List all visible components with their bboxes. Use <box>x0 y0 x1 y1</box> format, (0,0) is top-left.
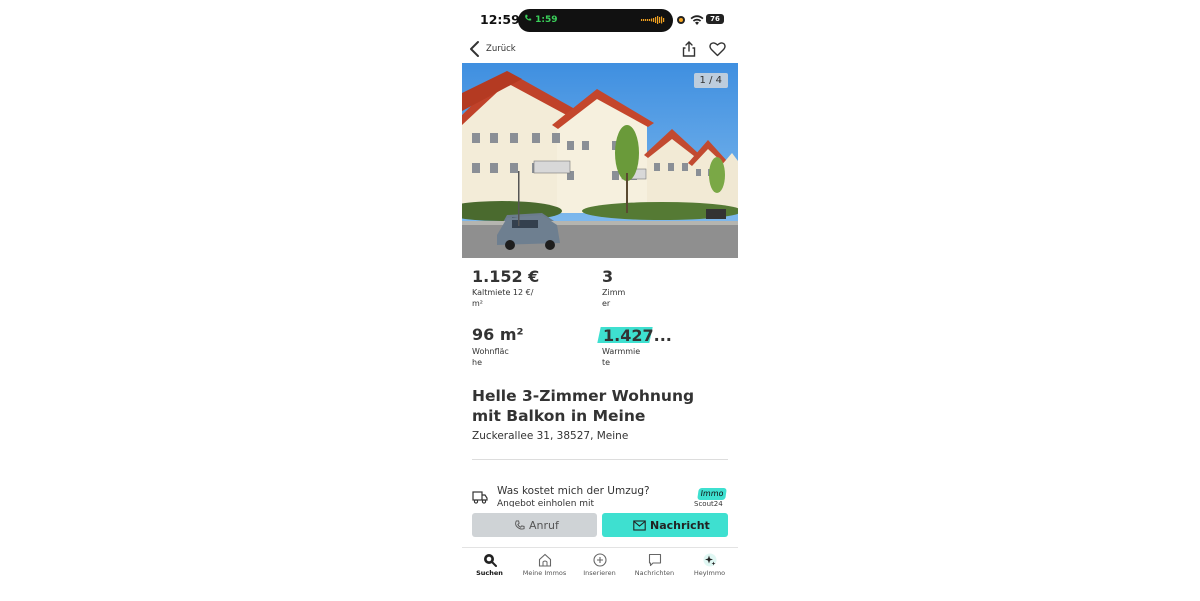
price-label-line1: Kaltmiete 12 €/ <box>472 288 534 297</box>
listing-title: Helle 3-Zimmer Wohnung mit Balkon in Mei… <box>472 387 695 425</box>
search-icon <box>483 554 497 567</box>
tab-my-immos[interactable]: Meine Immos <box>517 553 572 577</box>
tab-heyimmo-label: HeyImmo <box>693 569 726 577</box>
tab-my-immos-label: Meine Immos <box>522 569 567 577</box>
envelope-icon <box>633 520 646 531</box>
warm-rent-label-line1: Warmmie <box>602 347 641 356</box>
wifi-icon <box>690 15 704 25</box>
price-label: Kaltmiete 12 €/ m² <box>472 287 533 309</box>
battery-icon: 76 <box>706 14 724 24</box>
favorite-heart-icon[interactable] <box>709 41 726 57</box>
moving-cost-link[interactable]: Was kostet mich der Umzug? <box>497 485 650 497</box>
price-label-line2: m² <box>472 299 483 308</box>
rooms-label: Zimm er <box>602 287 625 309</box>
image-counter: 1 / 4 <box>693 73 728 88</box>
house-icon <box>538 553 551 567</box>
call-button-content: Anruf <box>514 519 559 532</box>
status-time: 12:59 <box>480 12 520 27</box>
share-icon[interactable] <box>681 41 697 57</box>
message-button-label: Nachricht <box>650 519 710 532</box>
phone-icon <box>525 14 532 21</box>
tab-search[interactable]: Suchen <box>462 553 517 577</box>
call-button-label: Anruf <box>529 519 559 532</box>
call-indicator: 1:59 <box>524 14 558 25</box>
back-arrow-icon[interactable] <box>468 40 482 58</box>
back-button-label[interactable]: Zurück <box>486 44 516 54</box>
price-value: 1.152 € <box>472 267 540 286</box>
tab-messages[interactable]: Nachrichten <box>627 553 682 577</box>
area-value: 96 m² <box>472 325 524 344</box>
moving-truck-icon <box>472 491 488 504</box>
divider <box>472 459 728 460</box>
tab-search-label: Suchen <box>476 569 503 577</box>
message-button[interactable]: Nachricht <box>602 513 728 537</box>
area-label: Wohnfläc he <box>472 346 509 368</box>
camera-in-use-icon <box>677 16 685 24</box>
building-photo <box>462 63 738 258</box>
listing-address: Zuckerallee 31, 38527, Meine <box>472 430 629 442</box>
tab-publish-label: Inserieren <box>583 569 616 577</box>
status-icons: 76 <box>676 13 738 27</box>
tab-heyimmo[interactable]: HeyImmo <box>682 553 737 577</box>
rooms-value: 3 <box>602 267 614 286</box>
chat-icon <box>648 553 661 567</box>
warm-rent-value: 1.427... <box>603 326 672 345</box>
tab-publish[interactable]: Inserieren <box>572 553 627 577</box>
call-duration: 1:59 <box>535 15 558 25</box>
area-label-line1: Wohnfläc <box>472 347 509 356</box>
phone-screen: 12:59 1:59 76 Zurück 1 / 4 1.152 € Kaltm… <box>462 0 738 600</box>
dynamic-island[interactable]: 1:59 <box>518 9 673 32</box>
tab-messages-label: Nachrichten <box>634 569 675 577</box>
rooms-label-line2: er <box>602 299 611 308</box>
sparkle-icon <box>703 553 716 567</box>
phone-icon <box>515 520 525 530</box>
listing-photo[interactable]: 1 / 4 <box>462 63 738 258</box>
warm-rent-label: Warmmie te <box>602 346 640 368</box>
audio-wave-icon <box>641 16 665 24</box>
immoscout-logo-sub: Scout24 <box>694 500 723 508</box>
moving-cost-subtitle: Angebot einholen mit ImmoScout24 Umzug <box>497 499 595 507</box>
rooms-label-line1: Zimm <box>602 288 626 297</box>
message-button-content: Nachricht <box>633 519 710 532</box>
plus-circle-icon <box>592 553 607 567</box>
call-button[interactable]: Anruf <box>472 513 597 537</box>
bottom-tab-bar: Suchen Meine Immos Inserieren Nachrichte… <box>462 547 738 601</box>
warm-rent-label-line2: te <box>602 358 611 367</box>
immoscout-logo-badge: Immo <box>697 488 727 500</box>
area-label-line2: he <box>472 358 482 367</box>
